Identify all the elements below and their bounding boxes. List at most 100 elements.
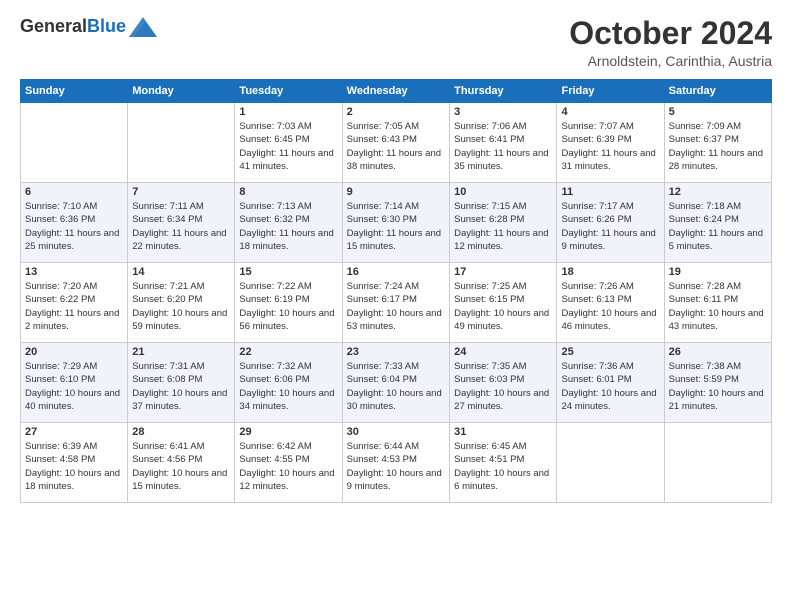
calendar-table: SundayMondayTuesdayWednesdayThursdayFrid… bbox=[20, 79, 772, 503]
day-info: Sunrise: 7:15 AM Sunset: 6:28 PM Dayligh… bbox=[454, 200, 552, 253]
day-info: Sunrise: 7:38 AM Sunset: 5:59 PM Dayligh… bbox=[669, 360, 767, 413]
week-row-5: 27 Sunrise: 6:39 AM Sunset: 4:58 PM Dayli… bbox=[21, 423, 772, 503]
week-row-4: 20 Sunrise: 7:29 AM Sunset: 6:10 PM Dayli… bbox=[21, 343, 772, 423]
day-info: Sunrise: 6:41 AM Sunset: 4:56 PM Dayligh… bbox=[132, 440, 230, 493]
day-number: 14 bbox=[132, 266, 230, 278]
month-title: October 2024 bbox=[569, 16, 772, 51]
day-info: Sunrise: 7:21 AM Sunset: 6:20 PM Dayligh… bbox=[132, 280, 230, 333]
logo-icon bbox=[129, 17, 157, 37]
day-number: 30 bbox=[347, 426, 445, 438]
day-number: 13 bbox=[25, 266, 123, 278]
day-number: 20 bbox=[25, 346, 123, 358]
calendar-cell: 25Sunrise: 7:36 AM Sunset: 6:01 PM Dayli… bbox=[557, 343, 664, 423]
calendar-cell: 30 Sunrise: 6:44 AM Sunset: 4:53 PM Dayli… bbox=[342, 423, 449, 503]
day-info: Sunrise: 7:09 AM Sunset: 6:37 PM Dayligh… bbox=[669, 120, 767, 173]
day-info: Sunrise: 7:05 AM Sunset: 6:43 PM Dayligh… bbox=[347, 120, 445, 173]
calendar-cell: 20 Sunrise: 7:29 AM Sunset: 6:10 PM Dayli… bbox=[21, 343, 128, 423]
day-info: Sunrise: 7:28 AM Sunset: 6:11 PM Dayligh… bbox=[669, 280, 767, 333]
logo-blue: Blue bbox=[87, 16, 126, 36]
header: GeneralBlue October 2024 Arnoldstein, Ca… bbox=[20, 16, 772, 69]
week-row-2: 6 Sunrise: 7:10 AM Sunset: 6:36 PM Daylig… bbox=[21, 183, 772, 263]
day-of-week-sunday: Sunday bbox=[21, 80, 128, 103]
day-number: 3 bbox=[454, 106, 552, 118]
day-info: Sunrise: 7:07 AM Sunset: 6:39 PM Dayligh… bbox=[561, 120, 659, 173]
day-info: Sunrise: 7:26 AM Sunset: 6:13 PM Dayligh… bbox=[561, 280, 659, 333]
day-number: 11 bbox=[561, 186, 659, 198]
calendar-cell: 14 Sunrise: 7:21 AM Sunset: 6:20 PM Dayli… bbox=[128, 263, 235, 343]
calendar-cell: 13 Sunrise: 7:20 AM Sunset: 6:22 PM Dayli… bbox=[21, 263, 128, 343]
day-number: 19 bbox=[669, 266, 767, 278]
day-number: 10 bbox=[454, 186, 552, 198]
day-of-week-wednesday: Wednesday bbox=[342, 80, 449, 103]
day-info: Sunrise: 6:42 AM Sunset: 4:55 PM Dayligh… bbox=[239, 440, 337, 493]
location-title: Arnoldstein, Carinthia, Austria bbox=[569, 53, 772, 69]
calendar-cell: 12 Sunrise: 7:18 AM Sunset: 6:24 PM Dayli… bbox=[664, 183, 771, 263]
day-number: 7 bbox=[132, 186, 230, 198]
logo-general: General bbox=[20, 16, 87, 36]
day-number: 6 bbox=[25, 186, 123, 198]
calendar-cell: 9 Sunrise: 7:14 AM Sunset: 6:30 PM Daylig… bbox=[342, 183, 449, 263]
day-number: 2 bbox=[347, 106, 445, 118]
calendar-cell bbox=[21, 103, 128, 183]
day-number: 31 bbox=[454, 426, 552, 438]
day-number: 29 bbox=[239, 426, 337, 438]
day-number: 16 bbox=[347, 266, 445, 278]
day-info: Sunrise: 7:32 AM Sunset: 6:06 PM Dayligh… bbox=[239, 360, 337, 413]
calendar-cell: 31 Sunrise: 6:45 AM Sunset: 4:51 PM Dayli… bbox=[450, 423, 557, 503]
day-number: 12 bbox=[669, 186, 767, 198]
page: GeneralBlue October 2024 Arnoldstein, Ca… bbox=[0, 0, 792, 612]
day-info: Sunrise: 7:22 AM Sunset: 6:19 PM Dayligh… bbox=[239, 280, 337, 333]
calendar-cell: 3 Sunrise: 7:06 AM Sunset: 6:41 PM Daylig… bbox=[450, 103, 557, 183]
calendar-cell: 4Sunrise: 7:07 AM Sunset: 6:39 PM Daylig… bbox=[557, 103, 664, 183]
day-number: 5 bbox=[669, 106, 767, 118]
day-number: 1 bbox=[239, 106, 337, 118]
day-info: Sunrise: 7:18 AM Sunset: 6:24 PM Dayligh… bbox=[669, 200, 767, 253]
calendar-cell: 5 Sunrise: 7:09 AM Sunset: 6:37 PM Daylig… bbox=[664, 103, 771, 183]
day-info: Sunrise: 7:24 AM Sunset: 6:17 PM Dayligh… bbox=[347, 280, 445, 333]
day-info: Sunrise: 7:33 AM Sunset: 6:04 PM Dayligh… bbox=[347, 360, 445, 413]
day-info: Sunrise: 7:31 AM Sunset: 6:08 PM Dayligh… bbox=[132, 360, 230, 413]
day-number: 24 bbox=[454, 346, 552, 358]
calendar-cell: 19 Sunrise: 7:28 AM Sunset: 6:11 PM Dayli… bbox=[664, 263, 771, 343]
calendar-cell: 22Sunrise: 7:32 AM Sunset: 6:06 PM Dayli… bbox=[235, 343, 342, 423]
day-info: Sunrise: 7:29 AM Sunset: 6:10 PM Dayligh… bbox=[25, 360, 123, 413]
calendar-cell: 11 Sunrise: 7:17 AM Sunset: 6:26 PM Dayli… bbox=[557, 183, 664, 263]
day-info: Sunrise: 7:06 AM Sunset: 6:41 PM Dayligh… bbox=[454, 120, 552, 173]
logo: GeneralBlue bbox=[20, 16, 157, 37]
calendar-cell: 18 Sunrise: 7:26 AM Sunset: 6:13 PM Dayli… bbox=[557, 263, 664, 343]
day-number: 28 bbox=[132, 426, 230, 438]
calendar-cell: 27 Sunrise: 6:39 AM Sunset: 4:58 PM Dayli… bbox=[21, 423, 128, 503]
day-of-week-friday: Friday bbox=[557, 80, 664, 103]
week-row-1: 1Sunrise: 7:03 AM Sunset: 6:45 PM Daylig… bbox=[21, 103, 772, 183]
calendar-cell: 26 Sunrise: 7:38 AM Sunset: 5:59 PM Dayli… bbox=[664, 343, 771, 423]
calendar-cell: 17Sunrise: 7:25 AM Sunset: 6:15 PM Dayli… bbox=[450, 263, 557, 343]
day-info: Sunrise: 7:20 AM Sunset: 6:22 PM Dayligh… bbox=[25, 280, 123, 333]
day-number: 8 bbox=[239, 186, 337, 198]
day-of-week-tuesday: Tuesday bbox=[235, 80, 342, 103]
calendar-cell: 16 Sunrise: 7:24 AM Sunset: 6:17 PM Dayli… bbox=[342, 263, 449, 343]
day-info: Sunrise: 6:44 AM Sunset: 4:53 PM Dayligh… bbox=[347, 440, 445, 493]
day-info: Sunrise: 6:39 AM Sunset: 4:58 PM Dayligh… bbox=[25, 440, 123, 493]
day-info: Sunrise: 7:17 AM Sunset: 6:26 PM Dayligh… bbox=[561, 200, 659, 253]
calendar-cell: 15 Sunrise: 7:22 AM Sunset: 6:19 PM Dayli… bbox=[235, 263, 342, 343]
day-info: Sunrise: 6:45 AM Sunset: 4:51 PM Dayligh… bbox=[454, 440, 552, 493]
day-number: 18 bbox=[561, 266, 659, 278]
day-number: 23 bbox=[347, 346, 445, 358]
calendar-cell: 29 Sunrise: 6:42 AM Sunset: 4:55 PM Dayli… bbox=[235, 423, 342, 503]
calendar-cell bbox=[664, 423, 771, 503]
day-info: Sunrise: 7:11 AM Sunset: 6:34 PM Dayligh… bbox=[132, 200, 230, 253]
day-number: 26 bbox=[669, 346, 767, 358]
calendar-cell: 2 Sunrise: 7:05 AM Sunset: 6:43 PM Daylig… bbox=[342, 103, 449, 183]
day-number: 15 bbox=[239, 266, 337, 278]
day-info: Sunrise: 7:14 AM Sunset: 6:30 PM Dayligh… bbox=[347, 200, 445, 253]
calendar-cell: 24 Sunrise: 7:35 AM Sunset: 6:03 PM Dayli… bbox=[450, 343, 557, 423]
day-number: 27 bbox=[25, 426, 123, 438]
day-info: Sunrise: 7:10 AM Sunset: 6:36 PM Dayligh… bbox=[25, 200, 123, 253]
day-info: Sunrise: 7:35 AM Sunset: 6:03 PM Dayligh… bbox=[454, 360, 552, 413]
day-number: 9 bbox=[347, 186, 445, 198]
day-info: Sunrise: 7:13 AM Sunset: 6:32 PM Dayligh… bbox=[239, 200, 337, 253]
day-of-week-saturday: Saturday bbox=[664, 80, 771, 103]
calendar-cell: 7 Sunrise: 7:11 AM Sunset: 6:34 PM Daylig… bbox=[128, 183, 235, 263]
calendar-cell: 10 Sunrise: 7:15 AM Sunset: 6:28 PM Dayli… bbox=[450, 183, 557, 263]
day-number: 17 bbox=[454, 266, 552, 278]
